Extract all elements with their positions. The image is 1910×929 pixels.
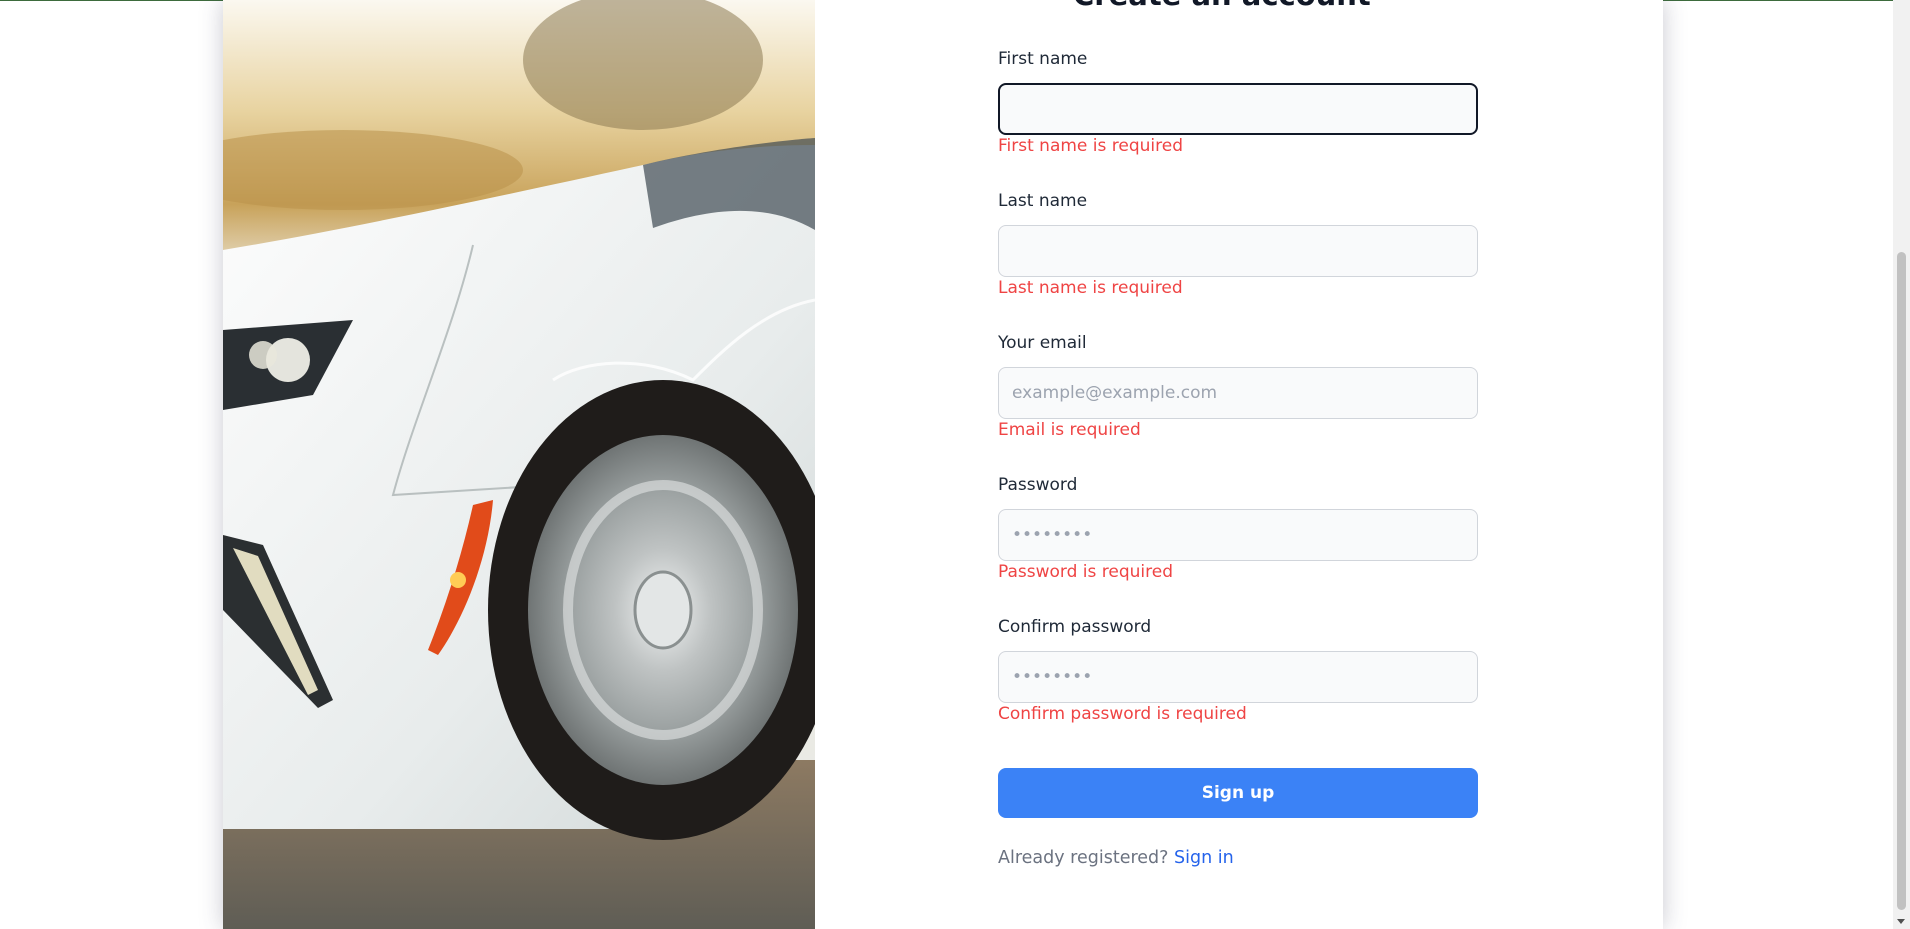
confirm-password-error: Confirm password is required [998,704,1247,724]
scrollbar-thumb[interactable] [1897,252,1906,910]
password-error: Password is required [998,562,1174,582]
sign-in-link[interactable]: Sign in [1174,848,1234,868]
last-name-label: Last name [998,191,1088,211]
signin-prompt: Already registered? Sign in [998,848,1234,868]
first-name-error: First name is required [998,136,1184,156]
confirm-password-input[interactable] [998,651,1478,703]
email-label: Your email [998,333,1087,353]
sign-up-button[interactable]: Sign up [998,768,1478,818]
email-error: Email is required [998,420,1141,440]
car-illustration [223,0,815,929]
scroll-down-icon[interactable] [1897,919,1905,924]
password-input[interactable] [998,509,1478,561]
email-input[interactable] [998,367,1478,419]
car-hero-image [223,0,815,929]
page-scrollbar[interactable] [1893,0,1910,929]
first-name-input[interactable] [998,83,1478,135]
last-name-input[interactable] [998,225,1478,277]
already-registered-text: Already registered? [998,848,1169,868]
first-name-label: First name [998,49,1088,69]
signup-card: Create an account First name First name … [223,0,1663,929]
last-name-error: Last name is required [998,278,1183,298]
password-label: Password [998,475,1078,495]
confirm-password-label: Confirm password [998,617,1152,637]
page-title: Create an account [1073,0,1553,12]
